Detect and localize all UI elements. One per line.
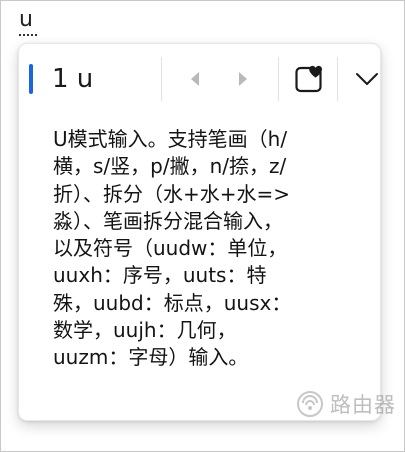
- composition-area: 1 u: [19, 44, 161, 114]
- expand-button[interactable]: [338, 44, 380, 114]
- paging-controls: [162, 44, 278, 114]
- candidate-bar: 1 u: [19, 44, 380, 114]
- chevron-left-icon: [191, 72, 199, 86]
- text-caret: [29, 64, 33, 94]
- ime-candidate-panel: 1 u U模式输入。支持笔画（h/ 横，s/竖，p/撇，n/捺，z/ 折）、拆分…: [18, 43, 381, 421]
- favorite-button[interactable]: [279, 44, 337, 114]
- u-mode-hint-text: U模式输入。支持笔画（h/ 横，s/竖，p/撇，n/捺，z/ 折）、拆分（水+水…: [53, 127, 292, 370]
- chevron-down-icon: [356, 73, 378, 85]
- prev-page-button[interactable]: [184, 68, 206, 90]
- composition-text: 1 u: [52, 64, 94, 94]
- favorite-heart-icon: [295, 64, 322, 93]
- composition-underline: [19, 34, 37, 36]
- watermark: 路由器: [296, 389, 396, 419]
- next-page-button[interactable]: [232, 68, 254, 90]
- chevron-right-icon: [239, 72, 247, 86]
- watermark-text: 路由器: [330, 393, 396, 417]
- router-logo-icon: [297, 391, 323, 417]
- typed-text: u: [19, 7, 33, 32]
